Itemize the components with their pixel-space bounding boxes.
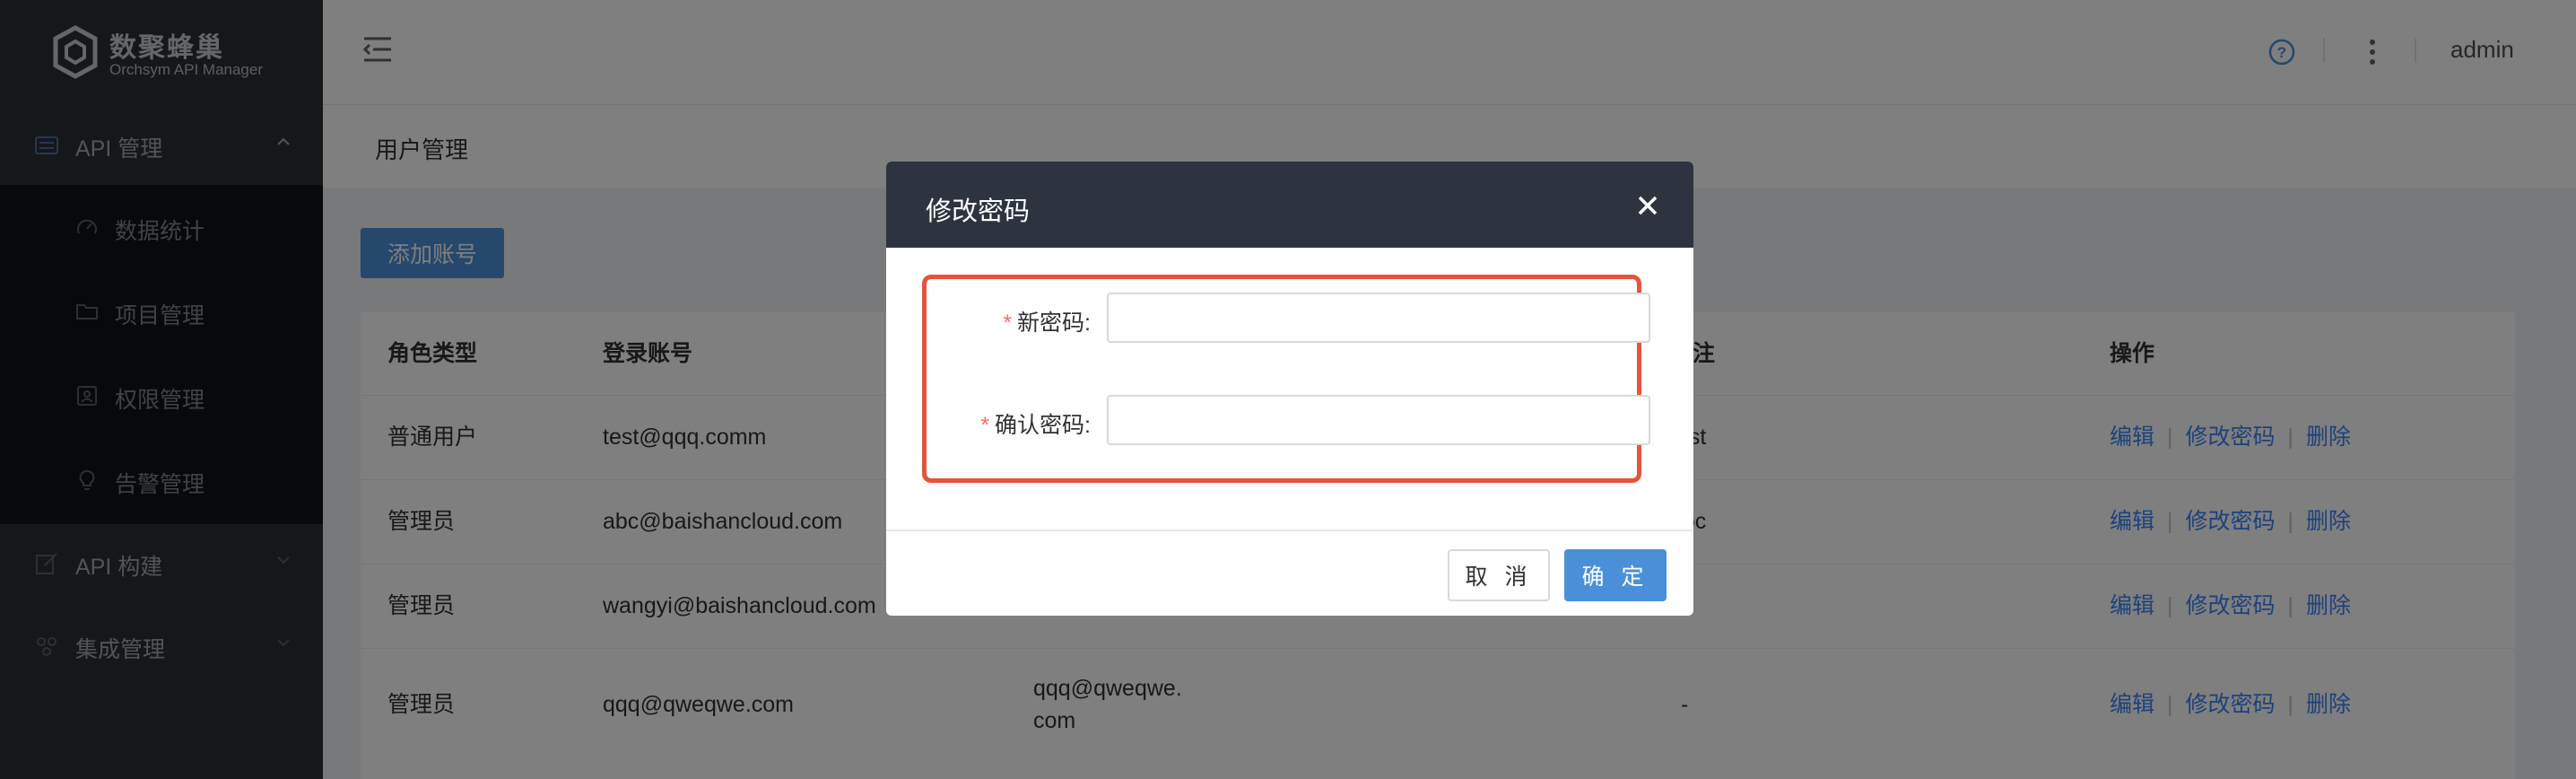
new-password-input[interactable] [1107, 293, 1650, 343]
new-password-label: * 新密码: [1003, 311, 1091, 336]
confirm-password-row: * 确认密码: [886, 395, 1693, 449]
dialog-body: * 新密码: * 确认密码: [886, 248, 1693, 530]
dialog-header: 修改密码 [886, 162, 1693, 248]
new-password-row: * 新密码: [886, 293, 1693, 346]
dialog-footer: 取 消 确 定 [886, 530, 1693, 616]
close-icon[interactable] [1636, 194, 1659, 217]
required-mark: * [1003, 311, 1013, 336]
confirm-password-input[interactable] [1107, 395, 1650, 445]
required-mark: * [980, 413, 990, 438]
change-password-dialog: 修改密码 * 新密码: * 确认密码: 取 消 确 定 [886, 162, 1693, 616]
confirm-button[interactable]: 确 定 [1564, 549, 1667, 601]
confirm-password-label: * 确认密码: [980, 413, 1091, 438]
dialog-title: 修改密码 [926, 197, 1031, 226]
cancel-button[interactable]: 取 消 [1448, 549, 1550, 601]
